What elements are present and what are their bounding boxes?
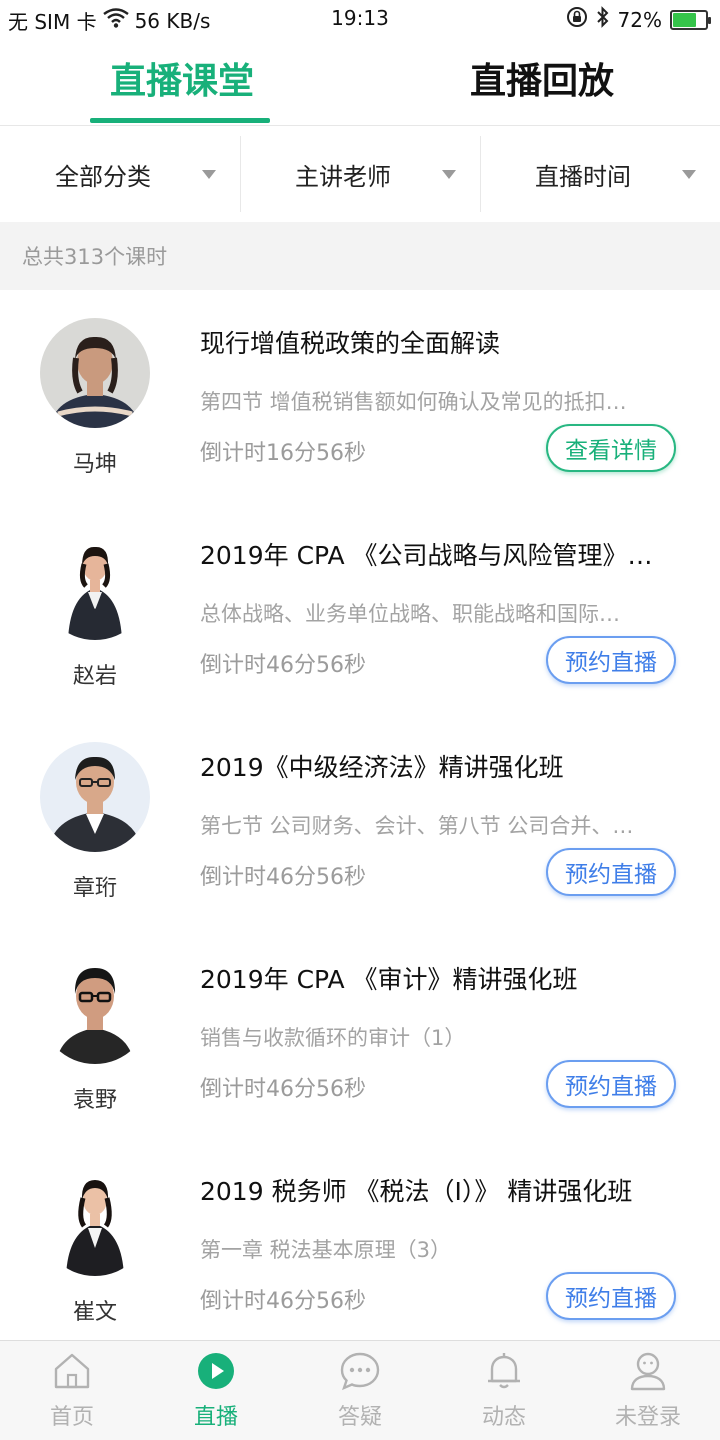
filter-teacher-dropdown[interactable]: 主讲老师 <box>240 126 480 222</box>
user-icon <box>626 1349 670 1393</box>
filter-time-dropdown[interactable]: 直播时间 <box>480 126 720 222</box>
course-subtitle: 第七节 公司财务、会计、第八节 公司合并、… <box>200 814 634 838</box>
avatar <box>40 742 150 852</box>
filter-bar: 全部分类 主讲老师 直播时间 <box>0 126 720 222</box>
teacher-name: 赵岩 <box>72 664 117 689</box>
active-tab-indicator <box>90 118 270 123</box>
course-title: 现行增值税政策的全面解读 <box>200 329 501 358</box>
course-subtitle: 第一章 税法基本原理（3） <box>200 1238 452 1262</box>
dropdown-arrow-icon <box>442 170 456 179</box>
reserve-live-button[interactable]: 预约直播 <box>546 848 676 896</box>
reserve-live-button[interactable]: 预约直播 <box>546 1272 676 1320</box>
chat-icon <box>338 1349 382 1393</box>
nav-live-label: 直播 <box>193 1405 238 1430</box>
status-bar: 无 SIM 卡 56 KB/s 19:13 72% <box>0 0 720 36</box>
nav-home[interactable]: 首页 <box>0 1341 144 1440</box>
dropdown-arrow-icon <box>682 170 696 179</box>
bell-icon <box>482 1349 526 1393</box>
teacher-name: 袁野 <box>72 1088 117 1113</box>
nav-news[interactable]: 动态 <box>432 1341 576 1440</box>
lesson-count: 总共313个课时 <box>0 222 720 290</box>
dropdown-arrow-icon <box>202 170 216 179</box>
status-right: 72% <box>566 6 711 33</box>
filter-time-label: 直播时间 <box>535 162 631 191</box>
course-title: 2019 税务师 《税法（I）》 精讲强化班 <box>200 1177 633 1206</box>
countdown: 倒计时46分56秒 <box>200 1289 366 1314</box>
course-title: 2019《中级经济法》精讲强化班 <box>200 753 564 782</box>
tab-live-classroom[interactable]: 直播课堂 <box>110 52 254 104</box>
nav-live[interactable]: 直播 <box>144 1341 288 1440</box>
filter-category-dropdown[interactable]: 全部分类 <box>0 126 240 222</box>
list-item[interactable]: 马坤 现行增值税政策的全面解读 第四节 增值税销售额如何确认及常见的抵扣… 倒计… <box>0 290 720 502</box>
filter-teacher-label: 主讲老师 <box>295 162 391 191</box>
battery-level <box>673 12 697 27</box>
home-icon <box>50 1349 94 1393</box>
avatar <box>40 954 150 1064</box>
nav-account-label: 未登录 <box>614 1405 681 1430</box>
list-item[interactable]: 章珩 2019《中级经济法》精讲强化班 第七节 公司财务、会计、第八节 公司合并… <box>0 714 720 926</box>
course-title: 2019年 CPA 《审计》精讲强化班 <box>200 965 578 994</box>
battery-icon <box>670 9 711 30</box>
nav-qa[interactable]: 答疑 <box>288 1341 432 1440</box>
avatar <box>40 1166 150 1276</box>
nav-account[interactable]: 未登录 <box>576 1341 720 1440</box>
bluetooth-icon <box>596 6 610 33</box>
teacher-name: 章珩 <box>72 876 117 901</box>
course-subtitle: 销售与收款循环的审计（1） <box>200 1026 466 1050</box>
reserve-live-button[interactable]: 预约直播 <box>546 1060 676 1108</box>
teacher-name: 马坤 <box>72 452 117 477</box>
list-item[interactable]: 崔文 2019 税务师 《税法（I）》 精讲强化班 第一章 税法基本原理（3） … <box>0 1138 720 1350</box>
course-subtitle: 总体战略、业务单位战略、职能战略和国际… <box>200 602 620 626</box>
avatar <box>40 530 150 640</box>
list-item[interactable]: 袁野 2019年 CPA 《审计》精讲强化班 销售与收款循环的审计（1） 倒计时… <box>0 926 720 1138</box>
countdown: 倒计时46分56秒 <box>200 653 366 678</box>
nav-home-label: 首页 <box>49 1405 94 1430</box>
reserve-live-button[interactable]: 预约直播 <box>546 636 676 684</box>
teacher-name: 崔文 <box>72 1300 117 1325</box>
countdown: 倒计时46分56秒 <box>200 1077 366 1102</box>
battery-percentage: 72% <box>617 7 662 32</box>
course-subtitle: 第四节 增值税销售额如何确认及常见的抵扣… <box>200 390 627 414</box>
play-icon <box>194 1349 238 1393</box>
nav-news-label: 动态 <box>481 1405 526 1430</box>
bottom-nav: 首页 直播 答疑 动态 未登录 <box>0 1340 720 1440</box>
course-title: 2019年 CPA 《公司战略与风险管理》… <box>200 541 653 570</box>
countdown: 倒计时16分56秒 <box>200 441 366 466</box>
filter-category-label: 全部分类 <box>55 162 151 191</box>
nav-qa-label: 答疑 <box>337 1405 382 1430</box>
rotation-lock-icon <box>566 6 588 33</box>
list-item[interactable]: 赵岩 2019年 CPA 《公司战略与风险管理》… 总体战略、业务单位战略、职能… <box>0 502 720 714</box>
tab-live-replay[interactable]: 直播回放 <box>470 52 614 104</box>
top-tab-bar: 直播课堂 直播回放 <box>0 36 720 126</box>
course-list: 马坤 现行增值税政策的全面解读 第四节 增值税销售额如何确认及常见的抵扣… 倒计… <box>0 290 720 1350</box>
countdown: 倒计时46分56秒 <box>200 865 366 890</box>
avatar <box>40 318 150 428</box>
view-details-button[interactable]: 查看详情 <box>546 424 676 472</box>
